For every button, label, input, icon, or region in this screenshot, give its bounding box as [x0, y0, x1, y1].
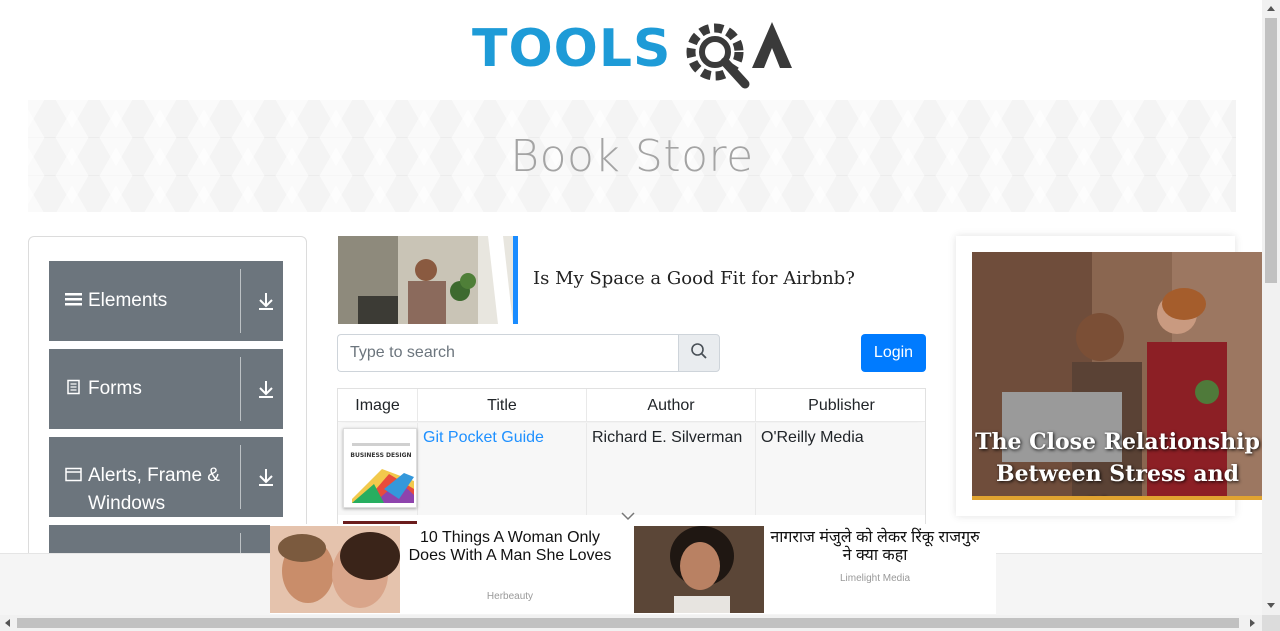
book-title-cell: Git Pocket Guide: [418, 423, 587, 515]
ad-accent-bar: [513, 236, 518, 324]
group-label: Forms: [88, 378, 142, 399]
vertical-scrollbar[interactable]: [1262, 0, 1280, 615]
scroll-right-icon[interactable]: [1250, 619, 1255, 627]
group-header-forms[interactable]: Forms: [49, 349, 283, 429]
book-cover-image: BUSINESS DESIGN: [343, 428, 417, 508]
search-box: [337, 334, 720, 372]
ad-source: Herbeauty: [486, 591, 534, 602]
ad-headline[interactable]: Is My Space a Good Fit for Airbnb?: [533, 268, 855, 289]
book-image-cell: BUSINESS DESIGN: [338, 423, 418, 515]
ad-photo[interactable]: [634, 526, 764, 613]
table-row: BUSINESS DESIGN Git Pocket Guide Richard…: [338, 423, 925, 515]
download-arrow-icon[interactable]: [257, 379, 275, 399]
book-cover-title: BUSINESS DESIGN: [350, 452, 411, 459]
window-icon: [65, 467, 83, 487]
scrollbar-corner: [1262, 615, 1280, 631]
page-title: Book Store: [510, 130, 754, 182]
divider: [240, 357, 241, 421]
book-author-cell: Richard E. Silverman: [587, 423, 756, 515]
ad-title[interactable]: नागराज मंजुले को लेकर रिंकू राजगुरु ने क…: [770, 529, 980, 565]
divider: [240, 269, 241, 333]
horizontal-scrollbar[interactable]: [0, 615, 1262, 631]
scrollbar-thumb[interactable]: [1265, 18, 1277, 283]
left-panel-accordion: Elements Forms Alerts, Frame & Windows: [28, 236, 307, 566]
group-label: Alerts, Frame & Windows: [88, 465, 220, 514]
column-header-title[interactable]: Title: [418, 389, 587, 422]
hamburger-icon: [65, 291, 83, 312]
scroll-up-icon[interactable]: [1267, 6, 1275, 11]
divider: [240, 445, 241, 509]
column-header-image[interactable]: Image: [338, 389, 418, 422]
ad-headline[interactable]: The Close Relationship Between Stress an…: [972, 426, 1263, 500]
group-header-alerts[interactable]: Alerts, Frame & Windows: [49, 437, 283, 517]
form-icon: [65, 379, 83, 400]
search-icon: [690, 342, 708, 365]
group-header-elements[interactable]: Elements: [49, 261, 283, 341]
sponsored-ad-right[interactable]: The Close Relationship Between Stress an…: [972, 252, 1263, 500]
download-arrow-icon[interactable]: [257, 467, 275, 487]
ad-source: Limelight Media: [839, 573, 911, 584]
bottom-sponsored-ads: 10 Things A Woman Only Does With A Man S…: [270, 524, 996, 614]
page-header-banner: Book Store: [28, 100, 1236, 212]
search-input[interactable]: [337, 334, 678, 372]
scroll-left-icon[interactable]: [5, 619, 10, 627]
column-header-publisher[interactable]: Publisher: [756, 389, 925, 422]
ad-accent-bar: [972, 496, 1263, 500]
sponsored-ad-top[interactable]: Is My Space a Good Fit for Airbnb?: [338, 236, 926, 324]
ad-photo: [338, 236, 518, 324]
scrollbar-thumb[interactable]: [17, 618, 1239, 628]
group-label: Elements: [88, 290, 168, 311]
book-title-link[interactable]: Git Pocket Guide: [423, 429, 544, 446]
ad-title[interactable]: 10 Things A Woman Only Does With A Man S…: [404, 529, 616, 565]
scroll-down-icon[interactable]: [1267, 603, 1275, 608]
search-button[interactable]: [678, 334, 720, 372]
login-button[interactable]: Login: [861, 334, 926, 372]
column-header-author[interactable]: Author: [587, 389, 756, 422]
svg-text:TOOLS: TOOLS: [472, 19, 671, 79]
ad-photo[interactable]: [270, 526, 400, 613]
table-header: Image Title Author Publisher: [338, 389, 925, 422]
book-publisher-cell: O'Reilly Media: [761, 429, 864, 446]
download-arrow-icon[interactable]: [257, 291, 275, 311]
toolsqa-logo[interactable]: TOOLS: [470, 14, 800, 94]
